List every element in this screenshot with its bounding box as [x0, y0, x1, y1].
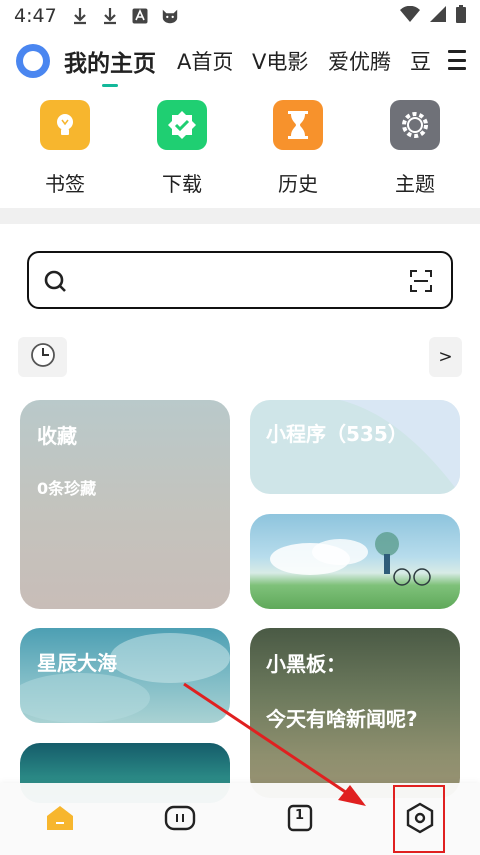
game-icon[interactable] — [163, 801, 197, 835]
lightbulb-icon — [40, 100, 90, 150]
card-title: 小黑板： — [266, 652, 346, 676]
tab-dou[interactable]: 豆 — [410, 46, 431, 76]
cat-icon — [161, 7, 179, 25]
scan-icon[interactable] — [409, 269, 433, 293]
mini-programs-card[interactable]: 小程序（535） — [250, 400, 460, 494]
blackboard-card[interactable]: 小黑板： 今天有啥新闻呢? — [250, 628, 460, 798]
star-sea-card[interactable]: 星辰大海 — [20, 628, 230, 723]
tab-my-home[interactable]: 我的主页 — [64, 44, 156, 87]
tab-a-home[interactable]: A首页 — [177, 46, 233, 76]
wifi-icon — [400, 5, 420, 27]
badge-check-icon — [157, 100, 207, 150]
section-divider — [0, 208, 480, 224]
search-input[interactable] — [27, 251, 453, 309]
shortcut-history[interactable]: 历史 — [258, 100, 338, 197]
card-title: 收藏 — [37, 424, 77, 448]
signal-icon — [430, 5, 446, 27]
hourglass-icon — [273, 100, 323, 150]
shortcut-label: 书签 — [45, 172, 85, 196]
shortcut-label: 下载 — [162, 172, 202, 196]
shortcut-label: 主题 — [395, 172, 435, 196]
shortcut-bookmarks[interactable]: 书签 — [25, 100, 105, 197]
gear-icon — [390, 100, 440, 150]
status-time: 4:47 — [14, 5, 57, 27]
more-button[interactable]: > — [429, 337, 462, 377]
shortcut-downloads[interactable]: 下载 — [142, 100, 222, 197]
search-icon — [43, 269, 69, 295]
history-clock-button[interactable] — [18, 337, 67, 377]
shortcut-theme[interactable]: 主题 — [375, 100, 455, 197]
tabs-count: 1 — [295, 808, 305, 823]
highlight-box — [393, 785, 445, 853]
card-subtitle: 0条珍藏 — [37, 479, 97, 498]
clock-icon — [30, 342, 56, 372]
top-nav: 我的主页 A首页 V电影 爱优腾 豆 — [0, 38, 480, 87]
card-title: 星辰大海 — [37, 651, 117, 675]
shortcut-label: 历史 — [278, 172, 318, 196]
download-icon — [101, 7, 119, 25]
tab-aiyouteng[interactable]: 爱优腾 — [328, 46, 391, 76]
tabs-icon[interactable]: 1 — [283, 801, 317, 835]
home-icon[interactable] — [43, 801, 77, 835]
shortcut-grid: 书签 下载 历史 主题 — [0, 100, 480, 200]
browser-logo-icon[interactable] — [16, 44, 50, 78]
battery-icon — [456, 4, 466, 28]
scenery-card[interactable] — [250, 514, 460, 609]
font-icon — [131, 7, 149, 25]
menu-icon[interactable] — [448, 50, 466, 70]
favorites-card[interactable]: 收藏 0条珍藏 — [20, 400, 230, 609]
tab-v-movie[interactable]: V电影 — [252, 46, 308, 76]
download-icon — [71, 7, 89, 25]
card-subtitle: 今天有啥新闻呢? — [266, 707, 418, 731]
status-bar: 4:47 — [0, 0, 480, 32]
card-title: 小程序（535） — [266, 422, 408, 446]
